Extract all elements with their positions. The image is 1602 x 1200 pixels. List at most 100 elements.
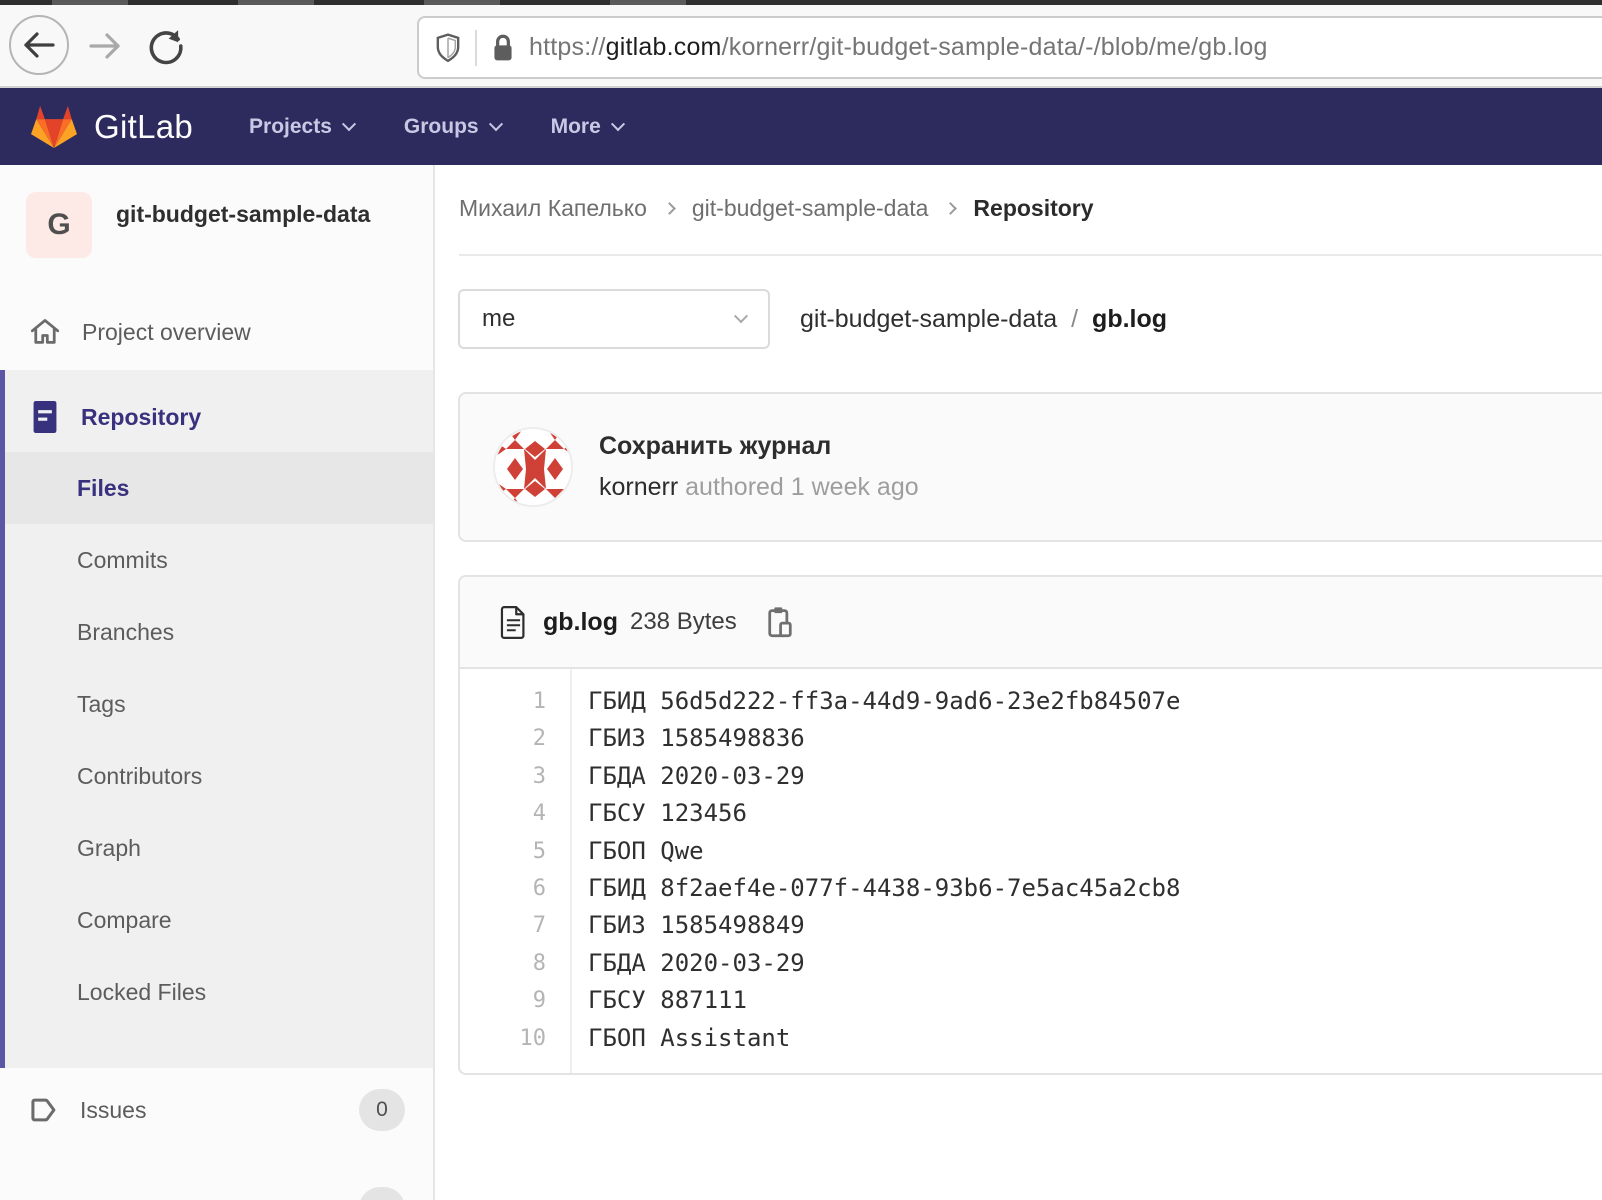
chevron-down-icon (342, 117, 356, 131)
url-bar[interactable]: https://gitlab.com/kornerr/git-budget-sa… (417, 16, 1602, 79)
line-content: ГБОП Qwe (570, 833, 704, 870)
commit-title-link[interactable]: Сохранить журнал (599, 432, 919, 461)
line-content: ГБИД 8f2aef4e-077f-4438-93b6-7e5ac45a2cb… (570, 870, 1180, 907)
clipboard-copy-icon (767, 606, 793, 638)
nav-more[interactable]: More (551, 115, 623, 139)
nav-projects[interactable]: Projects (249, 115, 354, 139)
arrow-right-icon (86, 31, 124, 61)
line-content: ГБСУ 123456 (570, 795, 747, 832)
nav-groups-label: Groups (404, 115, 479, 139)
line-number[interactable]: 8 (460, 945, 570, 982)
commit-author-link[interactable]: kornerr (599, 473, 678, 501)
url-bar-divider (475, 30, 477, 66)
home-icon (30, 318, 60, 346)
commit-meta: authored 1 week ago (678, 473, 918, 501)
line-number[interactable]: 1 (460, 683, 570, 720)
line-content: ГБДА 2020-03-29 (570, 945, 805, 982)
breadcrumb-divider (459, 254, 1602, 256)
code-line: 6ГБИД 8f2aef4e-077f-4438-93b6-7e5ac45a2c… (460, 870, 1602, 907)
file-viewer: gb.log 238 Bytes 1ГБИД 56d5d222-ff3a-44d… (458, 575, 1602, 1075)
path-file-name[interactable]: gb.log (1092, 305, 1167, 334)
copy-file-contents-button[interactable] (767, 606, 793, 638)
line-number[interactable]: 4 (460, 795, 570, 832)
breadcrumb: Михаил Капелько git-budget-sample-data R… (435, 165, 1602, 222)
file-size: 238 Bytes (630, 608, 737, 636)
gitlab-home-link[interactable]: GitLab (30, 104, 193, 149)
gitlab-tanuki-icon (30, 104, 78, 149)
commit-info: Сохранить журнал kornerr authored 1 week… (599, 432, 919, 502)
line-number[interactable]: 10 (460, 1020, 570, 1057)
code-line: 5ГБОП Qwe (460, 833, 1602, 870)
breadcrumb-project-link[interactable]: git-budget-sample-data (692, 195, 929, 222)
lock-icon (491, 33, 515, 63)
file-path-breadcrumb: git-budget-sample-data / gb.log (800, 305, 1167, 334)
branch-selector[interactable]: me (458, 289, 770, 349)
breadcrumb-current: Repository (973, 195, 1093, 222)
sidebar-issues-label: Issues (80, 1097, 146, 1124)
code-line: 1ГБИД 56d5d222-ff3a-44d9-9ad6-23e2fb8450… (460, 683, 1602, 720)
commit-author-avatar[interactable] (493, 427, 573, 507)
line-number[interactable]: 6 (460, 870, 570, 907)
sidebar-item-graph[interactable]: Graph (5, 812, 433, 884)
nav-groups[interactable]: Groups (404, 115, 501, 139)
issues-count-badge: 0 (359, 1089, 405, 1131)
sidebar-item-compare[interactable]: Compare (5, 884, 433, 956)
line-number[interactable]: 9 (460, 982, 570, 1019)
sidebar-item-issues[interactable]: Issues 0 (0, 1081, 433, 1139)
top-nav: Projects Groups More (249, 115, 623, 139)
line-content: ГБДА 2020-03-29 (570, 758, 805, 795)
project-header: G git-budget-sample-data (0, 165, 433, 258)
browser-back-button[interactable] (9, 15, 69, 75)
code-line: 9ГБСУ 887111 (460, 982, 1602, 1019)
sidebar-repository-label: Repository (81, 404, 201, 431)
sidebar-item-project-overview[interactable]: Project overview (0, 308, 433, 356)
sidebar-item-tags[interactable]: Tags (5, 668, 433, 740)
issues-icon (30, 1096, 58, 1124)
url-domain: gitlab.com (606, 33, 722, 61)
path-repo-link[interactable]: git-budget-sample-data (800, 305, 1057, 334)
code-line: 2ГБИЗ 1585498836 (460, 720, 1602, 757)
path-separator: / (1071, 305, 1078, 334)
sidebar-item-locked-files[interactable]: Locked Files (5, 956, 433, 1028)
browser-toolbar: https://gitlab.com/kornerr/git-budget-sa… (0, 5, 1602, 88)
code-line: 4ГБСУ 123456 (460, 795, 1602, 832)
main-content: Михаил Капелько git-budget-sample-data R… (435, 165, 1602, 1200)
url-path: /kornerr/git-budget-sample-data/-/blob/m… (722, 33, 1268, 61)
sidebar-item-commits[interactable]: Commits (5, 524, 433, 596)
project-sidebar: G git-budget-sample-data Project overvie… (0, 165, 435, 1200)
file-name: gb.log (543, 608, 618, 637)
arrow-left-icon (22, 30, 56, 60)
gitlab-navbar: GitLab Projects Groups More (0, 88, 1602, 165)
line-content: ГБСУ 887111 (570, 982, 747, 1019)
nav-more-label: More (551, 115, 601, 139)
project-name[interactable]: git-budget-sample-data (116, 192, 370, 258)
breadcrumb-user-link[interactable]: Михаил Капелько (459, 195, 647, 222)
line-number[interactable]: 2 (460, 720, 570, 757)
code-line: 8ГБДА 2020-03-29 (460, 945, 1602, 982)
chevron-down-icon (611, 117, 625, 131)
sidebar-item-branches[interactable]: Branches (5, 596, 433, 668)
partial-count-badge (359, 1187, 405, 1200)
project-avatar[interactable]: G (26, 192, 92, 258)
browser-reload-button[interactable] (146, 27, 186, 65)
code-line: 10ГБОП Assistant (460, 1020, 1602, 1057)
line-number[interactable]: 7 (460, 907, 570, 944)
commit-byline: kornerr authored 1 week ago (599, 473, 919, 502)
sidebar-item-contributors[interactable]: Contributors (5, 740, 433, 812)
gitlab-wordmark: GitLab (94, 108, 193, 146)
url-text: https://gitlab.com/kornerr/git-budget-sa… (529, 33, 1268, 62)
file-header: gb.log 238 Bytes (460, 577, 1602, 669)
line-number[interactable]: 5 (460, 833, 570, 870)
sidebar-item-files[interactable]: Files (5, 452, 433, 524)
chevron-down-icon (734, 309, 748, 323)
last-commit-box: Сохранить журнал kornerr authored 1 week… (458, 392, 1602, 542)
line-number[interactable]: 3 (460, 758, 570, 795)
sidebar-item-partial[interactable] (0, 1187, 433, 1200)
sidebar-item-repository[interactable]: Repository (5, 390, 433, 444)
line-content: ГБИЗ 1585498849 (570, 907, 805, 944)
branch-selector-value: me (482, 305, 515, 333)
browser-forward-button[interactable] (84, 31, 126, 61)
line-content: ГБОП Assistant (570, 1020, 790, 1057)
code-line: 3ГБДА 2020-03-29 (460, 758, 1602, 795)
shield-icon (435, 33, 461, 63)
